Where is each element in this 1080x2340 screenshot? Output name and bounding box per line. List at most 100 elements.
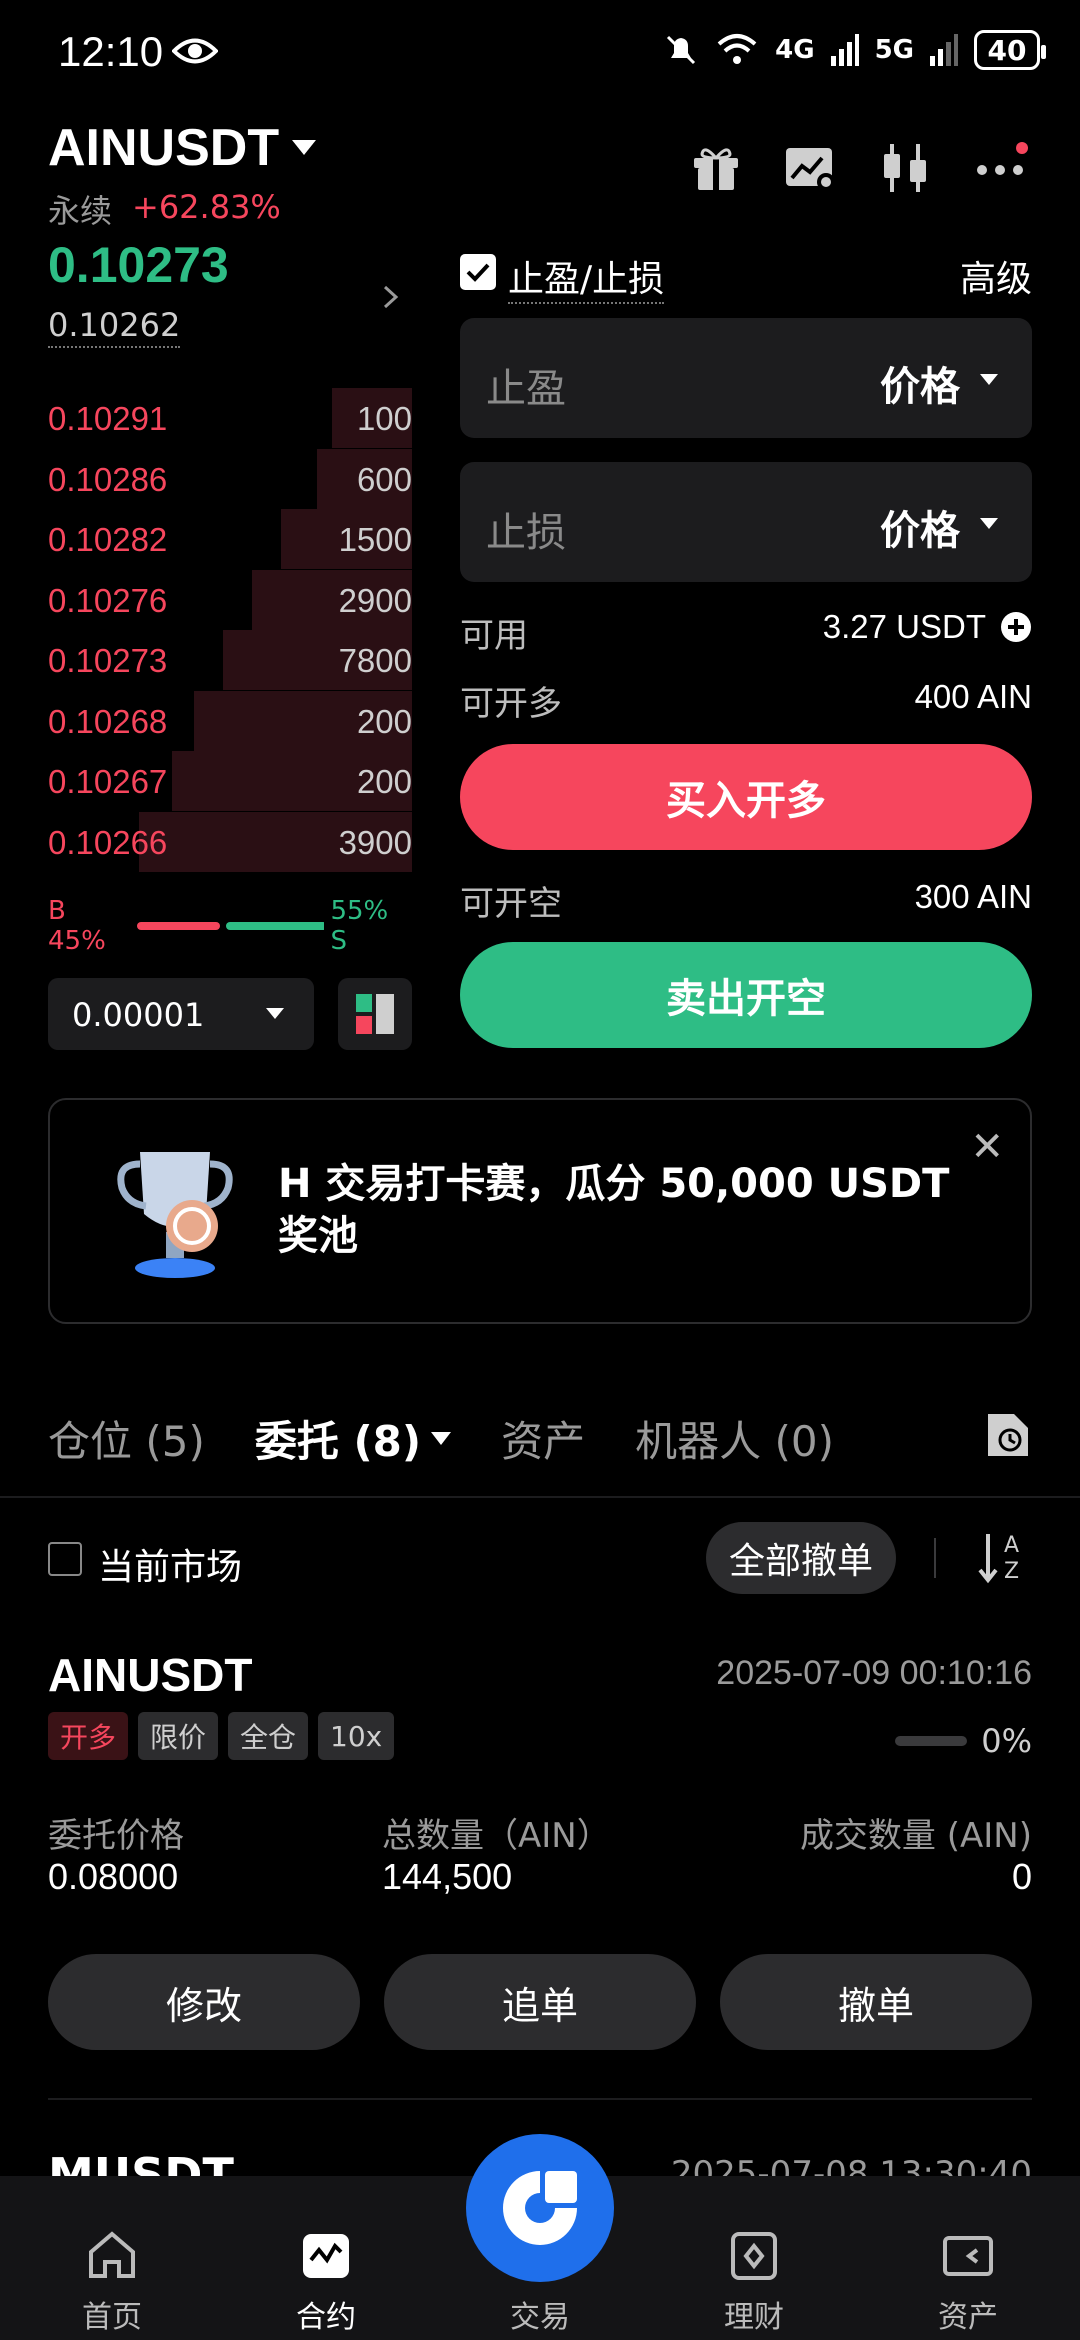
ask-price: 0.10291	[48, 400, 168, 437]
ask-row[interactable]: 0.10282 1500	[48, 509, 412, 569]
ask-qty: 200	[356, 702, 412, 740]
take-profit-placeholder: 止盈	[486, 366, 566, 412]
nav-futures[interactable]: 合约	[246, 2176, 406, 2340]
depth-step-select[interactable]: 0.00001	[48, 978, 314, 1050]
can-short-label: 可开空	[460, 884, 562, 924]
ratio-bar	[136, 922, 325, 930]
take-profit-price-type[interactable]: 价格	[880, 354, 960, 412]
nav-assets[interactable]: 资产	[888, 2176, 1048, 2340]
ask-row[interactable]: 0.10291 100	[48, 388, 412, 448]
tab-orders[interactable]: 委托 (8)	[254, 1408, 452, 1469]
divider	[0, 1496, 1080, 1498]
take-profit-input[interactable]: 止盈 价格	[460, 318, 1032, 438]
add-funds-icon[interactable]	[1000, 611, 1032, 643]
ask-row[interactable]: 0.10268 200	[48, 690, 412, 751]
candlestick-icon[interactable]	[878, 140, 934, 196]
contract-type-label: 永续	[48, 192, 113, 230]
earn-icon	[731, 2232, 777, 2280]
nav-earn[interactable]: 理财	[674, 2176, 834, 2340]
nav-assets-label: 资产	[938, 2300, 998, 2335]
ask-row[interactable]: 0.10286 600	[48, 448, 412, 509]
chevron-right-icon[interactable]	[380, 282, 402, 312]
modify-button[interactable]: 修改	[48, 1954, 360, 2050]
trade-icon	[503, 2171, 577, 2245]
tab-bots[interactable]: 机器人 (0)	[635, 1408, 834, 1469]
tpsl-label[interactable]: 止盈/止损	[508, 250, 665, 304]
ask-row[interactable]: 0.10266 3900	[48, 811, 412, 872]
nav-futures-label: 合约	[296, 2300, 356, 2335]
depth-step-value: 0.00001	[72, 996, 205, 1034]
advanced-button[interactable]: 高级	[960, 250, 1032, 302]
ask-row[interactable]: 0.10276 2900	[48, 569, 412, 630]
trophy-icon	[117, 1152, 233, 1278]
eye-icon	[172, 38, 218, 64]
available-label: 可用	[460, 616, 528, 656]
tag-order-type: 限价	[138, 1712, 219, 1760]
buy-sell-ratio: B 45% 55% S	[48, 896, 412, 956]
mark-price[interactable]: 0.10262	[48, 306, 181, 348]
mute-icon	[667, 35, 696, 65]
book-layout-button[interactable]	[338, 978, 412, 1050]
stop-loss-price-type[interactable]: 价格	[880, 498, 960, 556]
chase-button[interactable]: 追单	[384, 1954, 696, 2050]
gift-icon[interactable]	[688, 140, 744, 196]
order-qty-label: 总数量（AIN）	[382, 1816, 611, 1856]
ask-price: 0.10273	[48, 642, 168, 679]
status-icons: 4G 5G 40	[663, 30, 1046, 70]
chart-settings-icon[interactable]	[782, 140, 838, 196]
sell-short-button[interactable]: 卖出开空	[460, 942, 1032, 1048]
layout-icon	[356, 994, 394, 1034]
tab-assets[interactable]: 资产	[501, 1408, 585, 1469]
chevron-down-icon	[431, 1432, 452, 1445]
stop-loss-placeholder: 止损	[486, 510, 566, 556]
sort-icon[interactable]: A Z	[976, 1528, 1028, 1588]
network-5g-label: 5G	[874, 35, 914, 65]
buy-ratio-label: B 45%	[48, 896, 106, 956]
wifi-icon	[717, 34, 757, 64]
current-market-checkbox[interactable]	[48, 1542, 82, 1576]
cancel-all-button[interactable]: 全部撤单	[706, 1522, 896, 1594]
ask-row[interactable]: 0.10267 200	[48, 751, 412, 811]
promo-banner[interactable]: H 交易打卡赛，瓜分 50,000 USDT 奖池 ✕	[48, 1098, 1032, 1324]
more-icon[interactable]	[972, 140, 1028, 196]
stop-loss-input[interactable]: 止损 价格	[460, 462, 1032, 582]
nav-home[interactable]: 首页	[32, 2176, 192, 2340]
ask-row[interactable]: 0.10273 7800	[48, 630, 412, 690]
chevron-down-icon	[266, 1008, 284, 1019]
cancel-order-button[interactable]: 撤单	[720, 1954, 1032, 2050]
network-4g-label: 4G	[775, 35, 815, 65]
tab-orders-label: 委托 (8)	[254, 1417, 422, 1466]
progress-value: 0%	[981, 1722, 1032, 1760]
futures-icon	[303, 2234, 349, 2278]
pair-selector[interactable]: AINUSDT	[48, 118, 279, 178]
ask-qty: 100	[356, 400, 412, 437]
order-qty-value: 144,500	[382, 1856, 513, 1897]
ask-price: 0.10266	[48, 823, 168, 861]
ask-qty: 1500	[338, 521, 412, 558]
close-icon[interactable]: ✕	[970, 1124, 1004, 1170]
wallet-icon	[943, 2236, 993, 2276]
current-market-label[interactable]: 当前市场	[98, 1538, 242, 1590]
nav-trade-label: 交易	[510, 2300, 570, 2335]
ask-price: 0.10267	[48, 763, 168, 800]
ask-qty: 600	[356, 460, 412, 498]
tag-leverage: 10x	[318, 1712, 395, 1760]
order-time: 2025-07-09 00:10:16	[716, 1654, 1032, 1692]
ask-qty: 200	[356, 763, 412, 800]
home-icon	[89, 2231, 135, 2278]
last-price: 0.10273	[48, 237, 229, 293]
trade-button[interactable]	[466, 2134, 614, 2282]
order-filled-value: 0	[1011, 1856, 1032, 1897]
chevron-down-icon[interactable]	[292, 140, 316, 155]
buy-long-button[interactable]: 买入开多	[460, 744, 1032, 850]
tpsl-checkbox[interactable]	[460, 254, 496, 290]
tab-positions[interactable]: 仓位 (5)	[48, 1408, 205, 1469]
chevron-down-icon[interactable]	[980, 374, 998, 385]
order-tags: 开多 限价 全仓 10x	[48, 1712, 395, 1760]
ask-qty: 3900	[338, 823, 412, 861]
order-history-icon[interactable]	[984, 1410, 1032, 1460]
ask-qty: 7800	[338, 642, 412, 679]
status-bar: 12:10 4G 5G 40	[0, 0, 1080, 110]
sell-ratio-label: 55% S	[330, 896, 389, 956]
chevron-down-icon[interactable]	[980, 518, 998, 529]
